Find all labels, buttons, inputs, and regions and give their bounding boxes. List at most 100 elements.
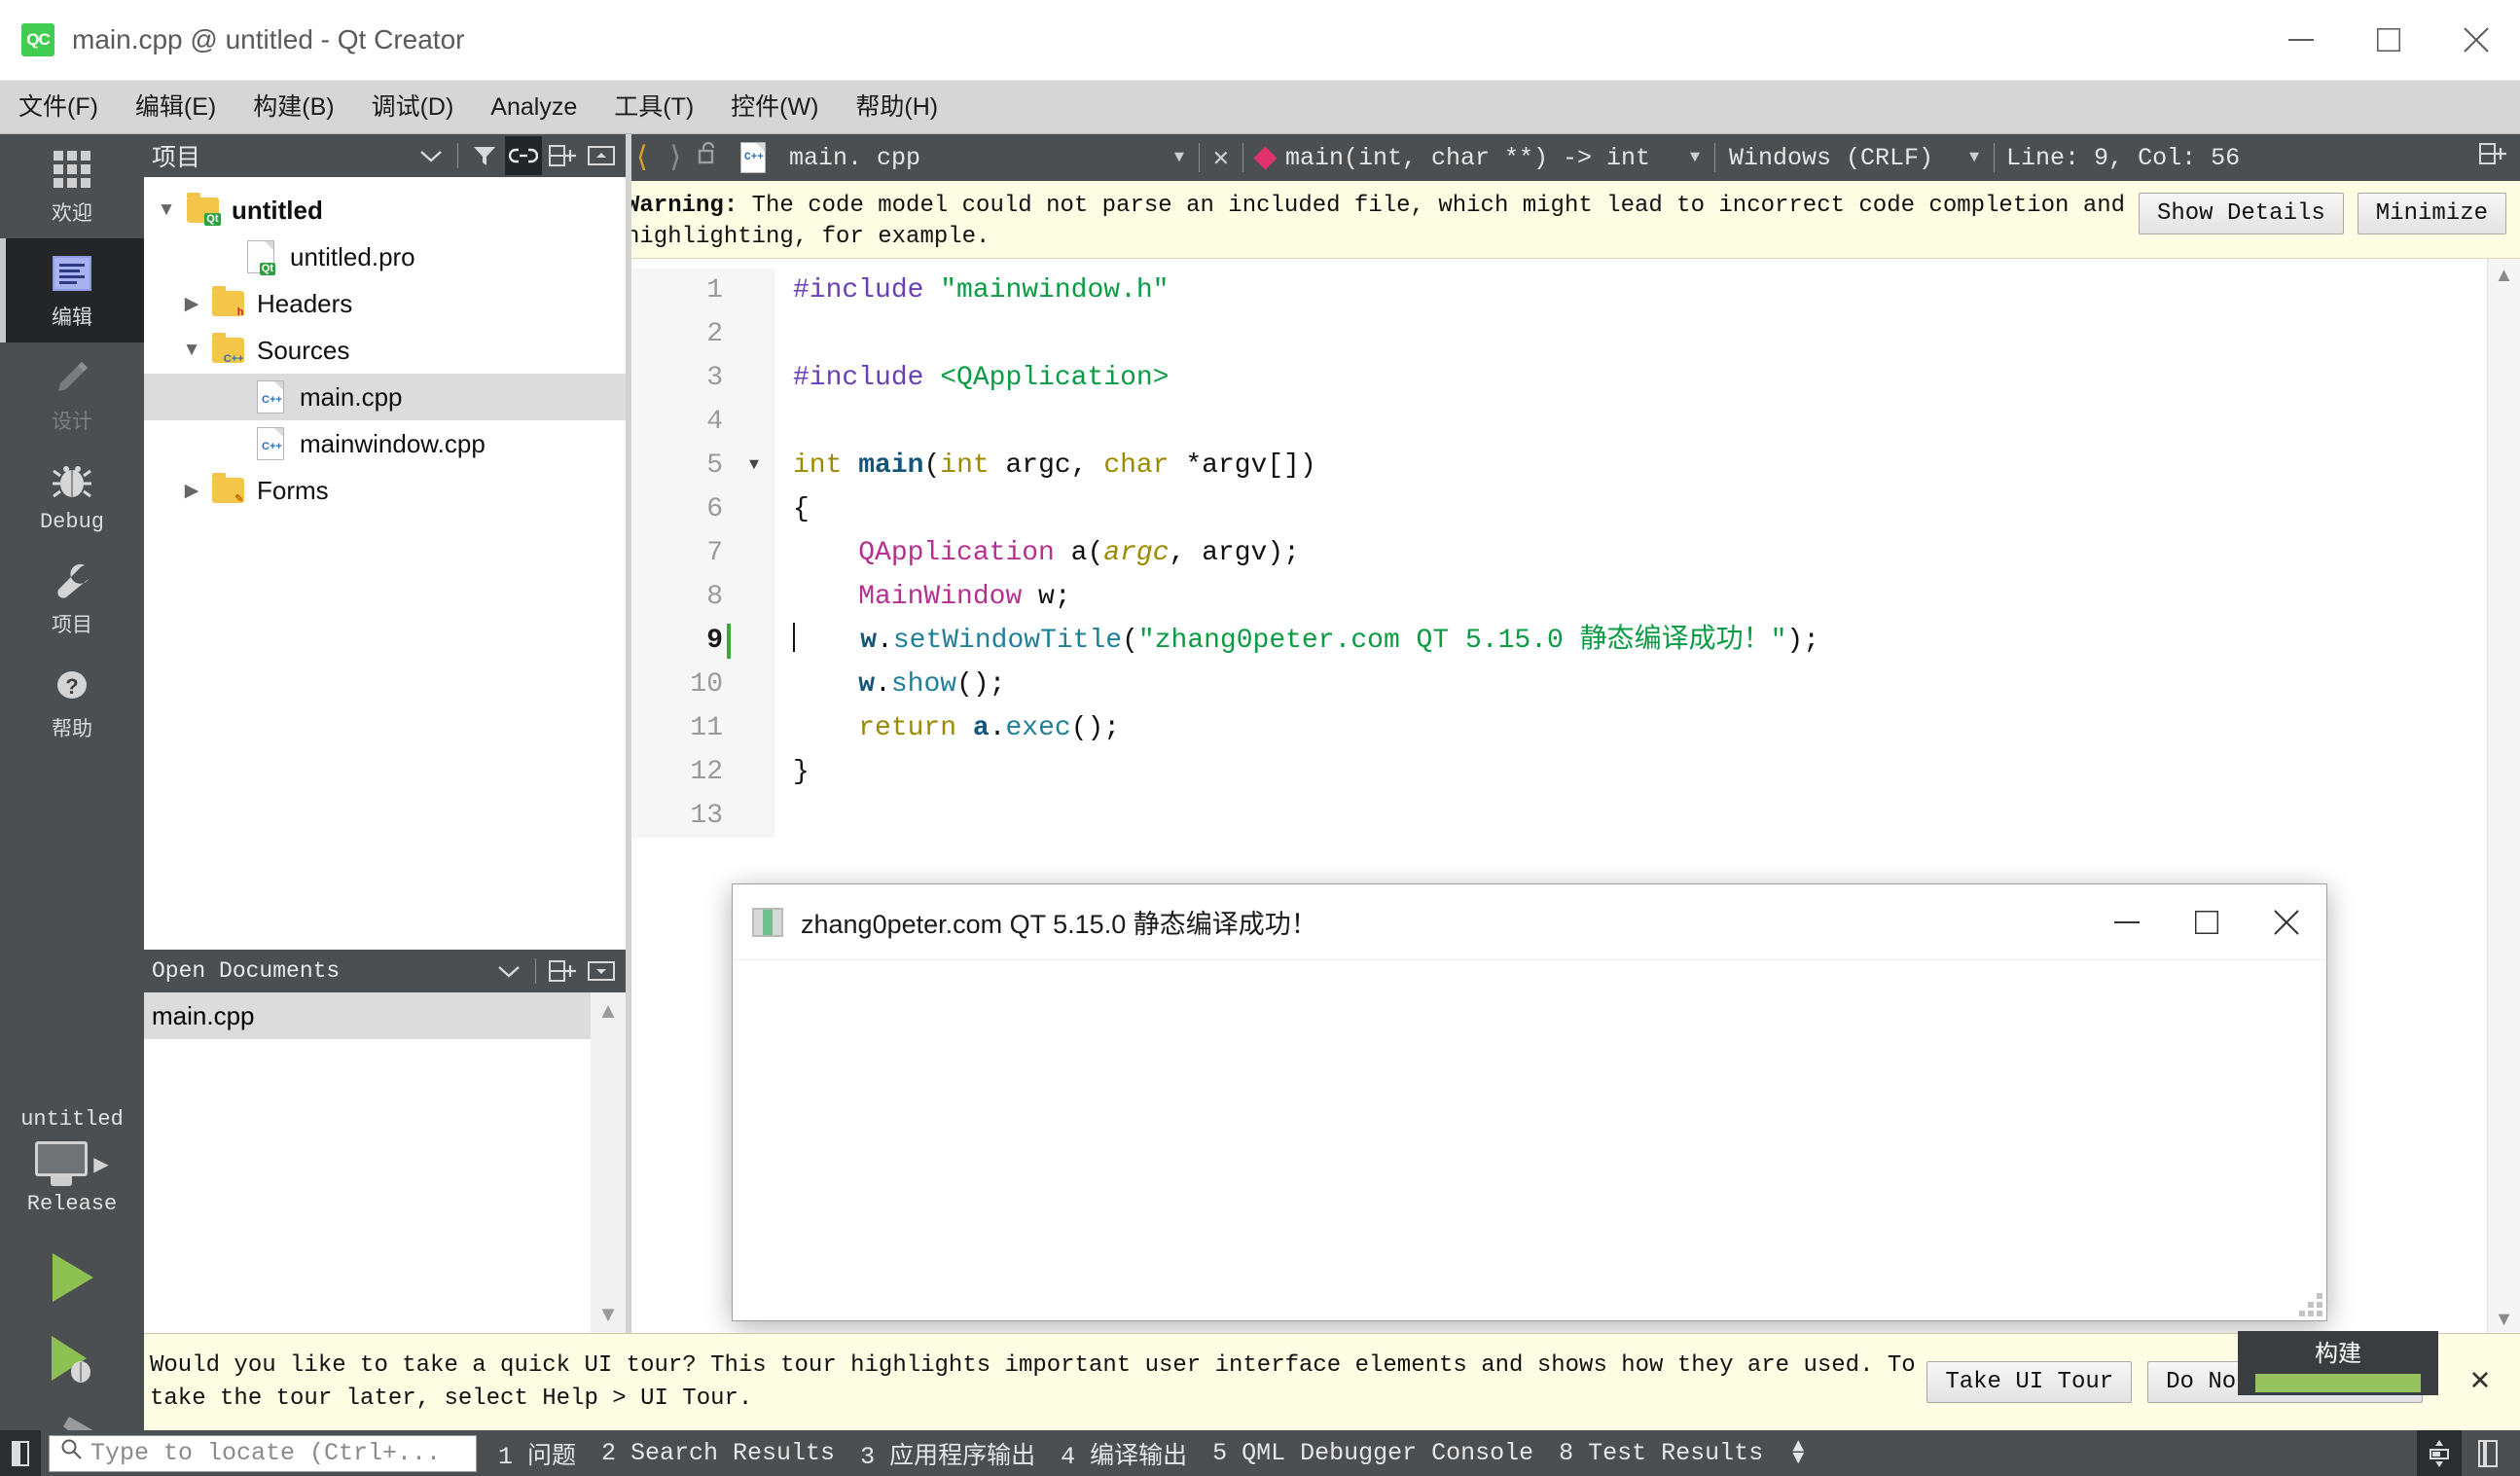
- split-add-icon[interactable]: [2479, 142, 2520, 173]
- link-icon[interactable]: [505, 136, 542, 175]
- menu-file[interactable]: 文件(F): [0, 81, 117, 134]
- progress-details-icon[interactable]: [2417, 1430, 2462, 1476]
- open-documents-scrollbar[interactable]: ▲ ▼: [591, 992, 626, 1333]
- code-token: , argv);: [1169, 538, 1300, 569]
- minimize-button[interactable]: [2257, 0, 2345, 81]
- scroll-up-icon[interactable]: ▲: [2495, 265, 2514, 287]
- open-documents-tools: [490, 952, 626, 990]
- menu-debug[interactable]: 调试(D): [353, 81, 473, 134]
- mode-help[interactable]: ? 帮助: [0, 650, 144, 754]
- output-pane-compile[interactable]: 4 编译输出: [1061, 1436, 1187, 1471]
- minimize-warning-button[interactable]: Minimize: [2357, 193, 2506, 234]
- close-document-button[interactable]: ✕: [1200, 142, 1242, 174]
- editor-scrollbar[interactable]: ▲ ▼: [2487, 259, 2520, 1338]
- kit-selector[interactable]: untitled ▶ Release: [0, 1107, 144, 1465]
- editor-toolbar: ⟨ ⟩ C++ main. cpp ▼ ✕ main(int, char **)…: [626, 134, 2520, 181]
- code-token: w: [858, 669, 876, 701]
- chevron-down-icon[interactable]: ▼: [1675, 149, 1714, 167]
- mode-debug[interactable]: Debug: [0, 447, 144, 546]
- menu-build[interactable]: 构建(B): [234, 81, 352, 134]
- split-add-icon[interactable]: [544, 952, 581, 990]
- toolbar-divider: [535, 958, 536, 984]
- run-button[interactable]: [0, 1249, 144, 1306]
- take-ui-tour-button[interactable]: Take UI Tour: [1926, 1361, 2133, 1403]
- tree-item-headers[interactable]: ▶ h Headers: [144, 280, 626, 327]
- close-button[interactable]: [2432, 0, 2520, 81]
- mode-edit[interactable]: 编辑: [0, 238, 144, 342]
- app-minimize-button[interactable]: [2087, 884, 2167, 960]
- tree-item-untitled[interactable]: ▼ Qt untitled: [144, 187, 626, 234]
- search-icon: [59, 1438, 83, 1469]
- menu-window[interactable]: 控件(W): [712, 81, 837, 134]
- tree-item-untitled-pro[interactable]: Qt untitled.pro: [144, 234, 626, 280]
- close-icon[interactable]: ✕: [2458, 1359, 2502, 1405]
- filter-icon[interactable]: [466, 136, 503, 175]
- chevron-down-icon[interactable]: [413, 136, 450, 175]
- project-dock-tools: [413, 136, 626, 175]
- app-close-button[interactable]: [2247, 884, 2326, 960]
- menu-tools[interactable]: 工具(T): [595, 81, 712, 134]
- open-document-main-cpp[interactable]: main.cpp: [144, 992, 626, 1039]
- cursor-position-label[interactable]: Line: 9, Col: 56: [2006, 144, 2240, 172]
- line-ending-selector[interactable]: Windows (CRLF): [1729, 144, 1933, 172]
- output-pane-test-results[interactable]: 8 Test Results: [1559, 1439, 1763, 1467]
- scroll-down-icon[interactable]: ▼: [2495, 1309, 2514, 1331]
- kit-build-config: Release: [26, 1192, 118, 1216]
- resize-grip-icon[interactable]: [2299, 1293, 2322, 1316]
- symbol-selector-label[interactable]: main(int, char **) -> int: [1285, 144, 1650, 172]
- locator-input[interactable]: Type to locate (Ctrl+...: [49, 1434, 477, 1472]
- chevron-down-icon[interactable]: [490, 952, 527, 990]
- menu-analyze[interactable]: Analyze: [472, 81, 595, 134]
- tree-item-label: Forms: [257, 475, 329, 505]
- run-debug-button[interactable]: [0, 1333, 144, 1387]
- running-application-window[interactable]: zhang0peter.com QT 5.15.0 静态编译成功！: [732, 883, 2327, 1321]
- mode-design[interactable]: 设计: [0, 342, 144, 447]
- build-progress-popup[interactable]: 构建: [2238, 1331, 2438, 1395]
- code-token: int: [940, 450, 990, 482]
- fold-margin[interactable]: ▼: [733, 269, 775, 839]
- dock-editor-splitter[interactable]: [626, 134, 631, 1430]
- tree-item-mainwindow-cpp[interactable]: C++ mainwindow.cpp: [144, 420, 626, 467]
- mode-welcome[interactable]: 欢迎: [0, 134, 144, 238]
- menu-edit[interactable]: 编辑(E): [117, 81, 234, 134]
- folder-h-icon: h: [208, 286, 247, 320]
- chevron-down-icon[interactable]: ▼: [1160, 149, 1199, 167]
- fold-marker-icon[interactable]: ▼: [733, 444, 775, 487]
- chevron-right-icon[interactable]: ▶: [175, 480, 208, 502]
- output-pane-search[interactable]: 2 Search Results: [601, 1439, 835, 1467]
- code-token: argc,: [989, 450, 1104, 482]
- mode-projects[interactable]: 项目: [0, 546, 144, 650]
- output-pane-updown-icon[interactable]: ▲ ▼: [1792, 1437, 1804, 1468]
- app-maximize-button[interactable]: [2167, 884, 2247, 960]
- tree-item-forms[interactable]: ▶ ✎ Forms: [144, 467, 626, 514]
- scroll-up-icon[interactable]: ▲: [597, 998, 619, 1024]
- forward-arrow-icon[interactable]: ⟩: [659, 140, 692, 176]
- output-pane-issues[interactable]: 1 问题: [498, 1436, 576, 1471]
- chevron-right-icon[interactable]: ▶: [175, 293, 208, 315]
- sidebar-toggle-icon[interactable]: [0, 1430, 41, 1476]
- editor-file-selector[interactable]: C++ main. cpp: [737, 141, 920, 174]
- pencil-icon: [51, 356, 93, 399]
- tree-item-sources[interactable]: ▼ C++ Sources: [144, 327, 626, 374]
- show-details-button[interactable]: Show Details: [2138, 193, 2344, 234]
- close-dock-icon[interactable]: [583, 136, 620, 175]
- tree-item-main-cpp[interactable]: C++ main.cpp: [144, 374, 626, 420]
- mode-projects-label: 项目: [52, 614, 92, 636]
- chevron-down-icon[interactable]: ▼: [1955, 149, 1994, 167]
- split-add-icon[interactable]: [544, 136, 581, 175]
- chevron-down-icon[interactable]: ▼: [150, 199, 183, 221]
- close-dock-icon[interactable]: [583, 952, 620, 990]
- output-pane-qml-console[interactable]: 5 QML Debugger Console: [1212, 1439, 1533, 1467]
- menu-help[interactable]: 帮助(H): [837, 81, 956, 134]
- code-token: w;: [1022, 582, 1071, 613]
- scroll-down-icon[interactable]: ▼: [597, 1302, 619, 1327]
- unlock-icon[interactable]: [692, 140, 725, 175]
- chevron-down-icon[interactable]: ▼: [175, 340, 208, 361]
- mode-help-label: 帮助: [52, 718, 92, 740]
- output-pane-toggle-icon[interactable]: [2466, 1430, 2510, 1476]
- maximize-button[interactable]: [2345, 0, 2432, 81]
- source-code-text[interactable]: #include "mainwindow.h" #include <QAppli…: [775, 269, 2520, 838]
- output-pane-app-output[interactable]: 3 应用程序输出: [860, 1436, 1035, 1471]
